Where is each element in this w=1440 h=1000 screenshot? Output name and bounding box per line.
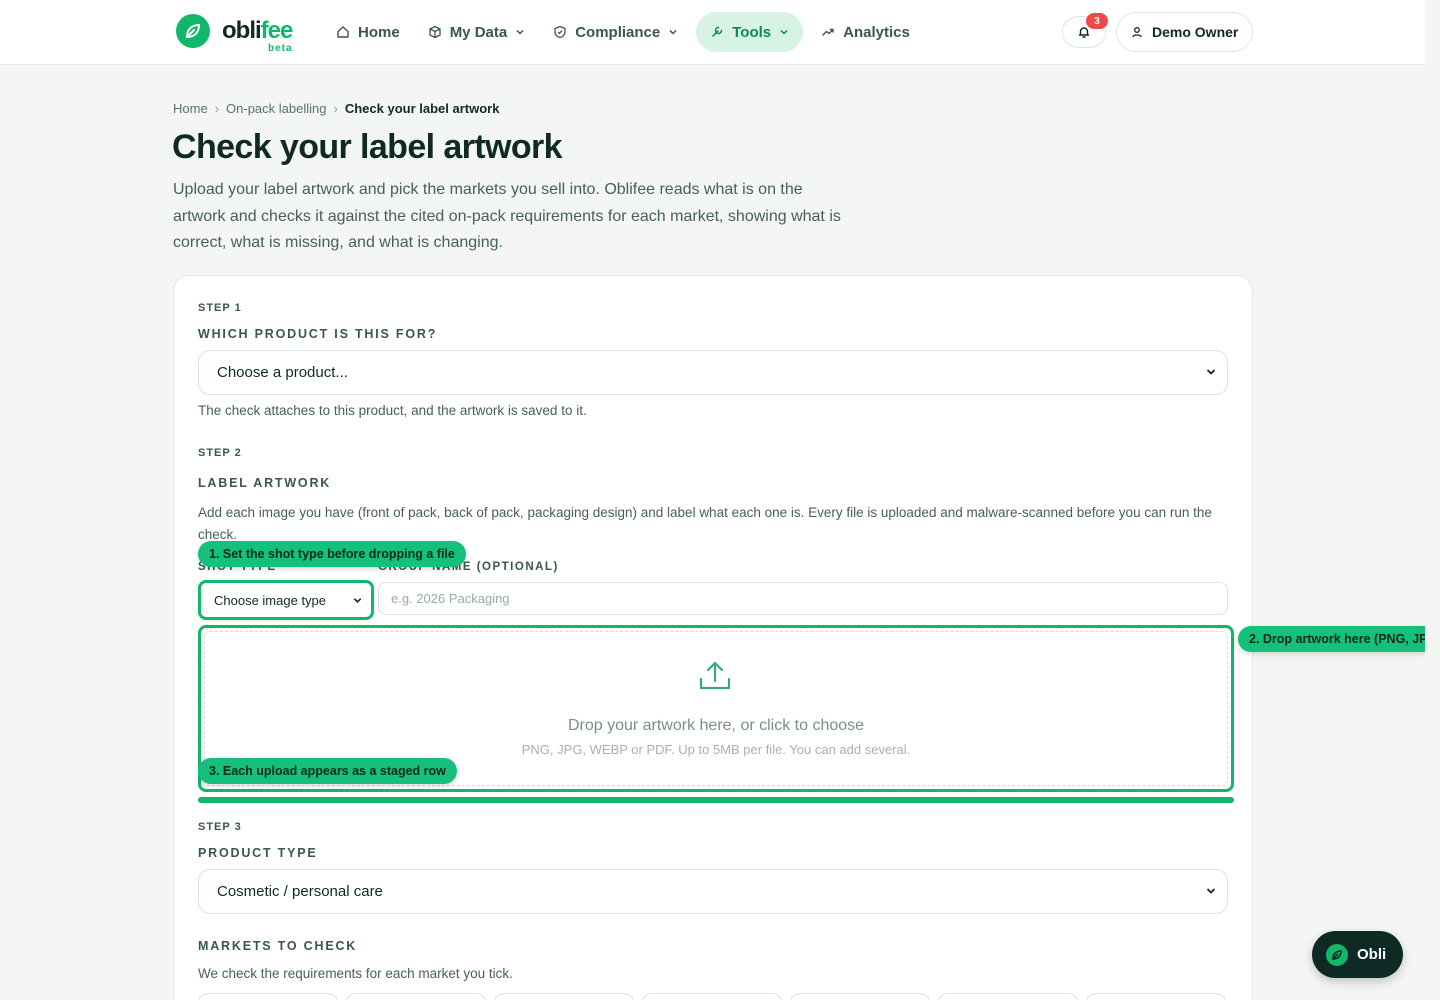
- user-name: Demo Owner: [1152, 24, 1239, 40]
- obli-label: Obli: [1357, 946, 1387, 963]
- logo[interactable]: oblifee beta: [176, 14, 294, 54]
- breadcrumb: Home › On-pack labelling › Check your la…: [173, 101, 499, 116]
- market-option[interactable]: [1086, 993, 1226, 1000]
- nav-analytics-label: Analytics: [843, 23, 910, 41]
- market-option[interactable]: [938, 993, 1078, 1000]
- chevron-down-icon: [1206, 888, 1216, 894]
- nav-compliance[interactable]: Compliance: [543, 12, 688, 52]
- leaf-icon: [176, 14, 210, 48]
- market-option[interactable]: [198, 993, 338, 1000]
- product-type-select[interactable]: Cosmetic / personal care: [198, 869, 1228, 914]
- notification-count-badge: 3: [1086, 13, 1108, 29]
- product-field-label: WHICH PRODUCT IS THIS FOR?: [198, 327, 438, 341]
- nav-tools[interactable]: Tools: [696, 12, 804, 52]
- chevron-down-icon: [1206, 369, 1216, 375]
- trend-icon: [822, 28, 834, 36]
- nav-my-data[interactable]: My Data: [418, 12, 536, 52]
- upload-progress-bar: [198, 797, 1234, 803]
- step2-label: STEP 2: [198, 447, 242, 459]
- product-helper: The check attaches to this product, and …: [198, 403, 587, 418]
- chevron-down-icon: [516, 29, 524, 35]
- logo-accent: fee: [260, 17, 294, 44]
- markets-helper: We check the requirements for each marke…: [198, 966, 513, 981]
- upload-icon: [699, 661, 731, 690]
- shield-icon: [554, 25, 566, 39]
- logo-prefix: obli: [222, 17, 262, 44]
- group-name-input[interactable]: e.g. 2026 Packaging: [378, 582, 1228, 615]
- leaf-icon: [1326, 943, 1348, 966]
- artwork-helper: Add each image you have (front of pack, …: [198, 505, 1212, 542]
- nav-analytics[interactable]: Analytics: [811, 12, 920, 52]
- tour-step-3-chip: 3. Each upload appears as a staged row: [198, 758, 457, 784]
- product-type-value: Cosmetic / personal care: [217, 883, 383, 900]
- shot-type-select[interactable]: Choose image type: [198, 580, 374, 620]
- page-title: Check your label artwork: [172, 128, 563, 166]
- tour-step-1-chip: 1. Set the shot type before dropping a f…: [198, 541, 466, 567]
- chevron-down-icon: [353, 598, 362, 604]
- beta-badge: beta: [268, 43, 293, 54]
- group-name-placeholder: e.g. 2026 Packaging: [391, 591, 510, 606]
- shot-type-value: Choose image type: [214, 592, 327, 608]
- step3-label: STEP 3: [198, 821, 242, 833]
- chevron-down-icon: [669, 29, 677, 35]
- logo-wordmark: oblifee beta: [222, 17, 294, 54]
- home-icon: [337, 26, 349, 38]
- market-option[interactable]: [346, 993, 486, 1000]
- breadcrumb-home[interactable]: Home: [173, 101, 208, 116]
- dropzone-hint: PNG, JPG, WEBP or PDF. Up to 5MB per fil…: [521, 742, 911, 757]
- nav-home[interactable]: Home: [326, 12, 410, 52]
- main-nav: Home My Data Compliance Tools Analytics: [326, 12, 928, 52]
- product-select[interactable]: Choose a product...: [198, 350, 1228, 395]
- nav-my-data-label: My Data: [449, 23, 508, 41]
- step1-label: STEP 1: [198, 302, 242, 314]
- nav-tools-label: Tools: [732, 23, 772, 41]
- product-select-value: Choose a product...: [217, 364, 348, 381]
- nav-home-label: Home: [358, 23, 400, 41]
- market-option[interactable]: [642, 993, 782, 1000]
- breadcrumb-on-pack[interactable]: On-pack labelling: [226, 101, 326, 116]
- product-type-label: PRODUCT TYPE: [198, 846, 318, 860]
- user-menu-button[interactable]: Demo Owner: [1116, 12, 1253, 52]
- tour-step-2-chip: 2. Drop artwork here (PNG, JPG: [1238, 626, 1425, 652]
- obli-assistant-button[interactable]: Obli: [1312, 931, 1403, 978]
- markets-label: MARKETS TO CHECK: [198, 939, 358, 953]
- artwork-field-label: LABEL ARTWORK: [198, 476, 332, 490]
- market-options: [198, 993, 1234, 1000]
- wrench-icon: [712, 26, 723, 37]
- breadcrumb-current: Check your label artwork: [344, 101, 500, 116]
- scrollbar-track[interactable]: [1425, 0, 1440, 1000]
- market-option[interactable]: [790, 993, 930, 1000]
- breadcrumb-separator-icon: ›: [214, 101, 220, 116]
- page-intro: Upload your label artwork and pick the m…: [173, 181, 841, 251]
- box-icon: [429, 25, 441, 39]
- chevron-down-icon: [780, 29, 788, 35]
- nav-compliance-label: Compliance: [575, 23, 661, 41]
- breadcrumb-separator-icon: ›: [333, 101, 338, 116]
- dropzone-title: Drop your artwork here, or click to choo…: [567, 717, 865, 734]
- market-option[interactable]: [494, 993, 634, 1000]
- user-icon: [1132, 27, 1142, 38]
